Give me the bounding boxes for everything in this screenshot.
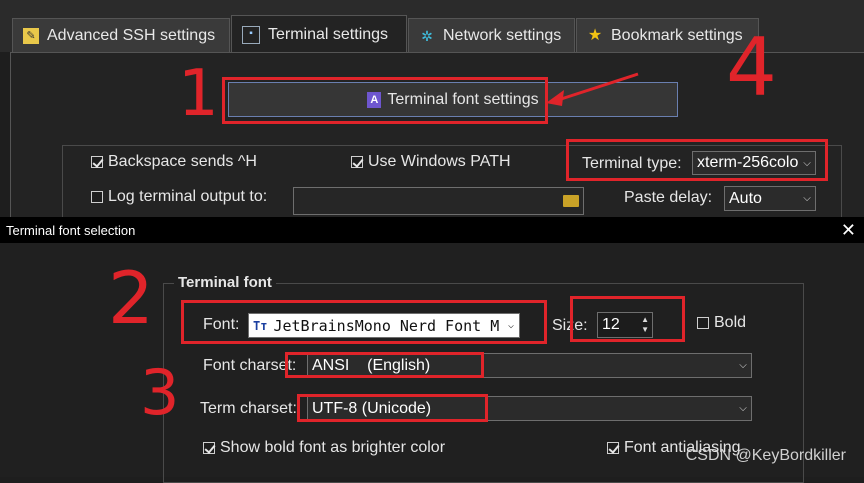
checkbox-label: Bold <box>714 314 747 331</box>
close-icon[interactable]: ✕ <box>841 217 856 243</box>
highlight-box-size <box>570 296 685 342</box>
font-charset-label: Font charset: <box>203 357 297 374</box>
windows-path-checkbox[interactable]: Use Windows PATH <box>351 153 511 171</box>
paste-delay-label: Paste delay: <box>624 189 713 206</box>
chevron-down-icon: ⌵ <box>735 397 751 420</box>
chevron-down-icon: ⌵ <box>735 354 751 377</box>
tab-advanced-ssh[interactable]: ✎ Advanced SSH settings <box>12 18 230 52</box>
checkbox-box[interactable] <box>697 317 709 329</box>
chevron-down-icon: ⌵ <box>799 187 815 210</box>
log-output-checkbox[interactable]: Log terminal output to: <box>91 188 267 206</box>
star-icon: ★ <box>587 26 603 44</box>
tab-label: Bookmark settings <box>611 26 743 44</box>
checkbox-box[interactable] <box>91 191 103 203</box>
log-path-input[interactable] <box>293 187 584 215</box>
annotation-4: 4 <box>726 21 777 114</box>
checkbox-box[interactable] <box>91 156 103 168</box>
annotation-2: 2 <box>108 256 154 340</box>
checkbox-label: Show bold font as brighter color <box>220 439 446 456</box>
checkbox-box[interactable] <box>607 442 619 454</box>
highlight-box-font-charset <box>285 352 484 378</box>
paste-delay-select[interactable]: Auto ⌵ <box>724 186 816 211</box>
checkbox-box[interactable] <box>203 442 215 454</box>
folder-icon[interactable] <box>563 195 579 207</box>
backspace-checkbox[interactable]: Backspace sends ^H <box>91 153 257 171</box>
highlight-box-font <box>181 300 547 344</box>
bold-checkbox[interactable]: Bold <box>697 314 746 332</box>
select-value: Auto <box>729 189 762 207</box>
highlight-box-term-charset <box>297 394 488 422</box>
term-charset-label: Term charset: <box>200 400 297 417</box>
terminal-icon: ▪ <box>242 25 260 44</box>
tab-label: Terminal settings <box>268 25 389 43</box>
checkbox-box[interactable] <box>351 156 363 168</box>
terminal-font-group-label: Terminal font <box>174 274 276 291</box>
highlight-box-terminal-type <box>566 139 828 181</box>
annotation-3: 3 <box>140 356 180 429</box>
annotation-1: 1 <box>178 57 219 131</box>
checkbox-label: Use Windows PATH <box>368 153 511 170</box>
checkbox-label: Backspace sends ^H <box>108 153 257 170</box>
checkbox-label: Log terminal output to: <box>108 188 268 205</box>
annotation-arrow <box>546 72 639 106</box>
tab-network-settings[interactable]: ✲ Network settings <box>408 18 575 52</box>
tab-label: Advanced SSH settings <box>47 26 216 44</box>
dialog-titlebar: Terminal font selection <box>0 217 864 243</box>
network-icon: ✲ <box>421 27 433 44</box>
watermark: CSDN @KeyBordkiller <box>685 447 846 464</box>
highlight-box-font-button <box>222 77 548 124</box>
bright-bold-checkbox[interactable]: Show bold font as brighter color <box>203 439 445 457</box>
dialog-title: Terminal font selection <box>6 222 136 238</box>
wrench-icon: ✎ <box>23 27 39 44</box>
tab-label: Network settings <box>443 26 562 44</box>
tab-terminal-settings[interactable]: ▪ Terminal settings <box>231 15 407 53</box>
